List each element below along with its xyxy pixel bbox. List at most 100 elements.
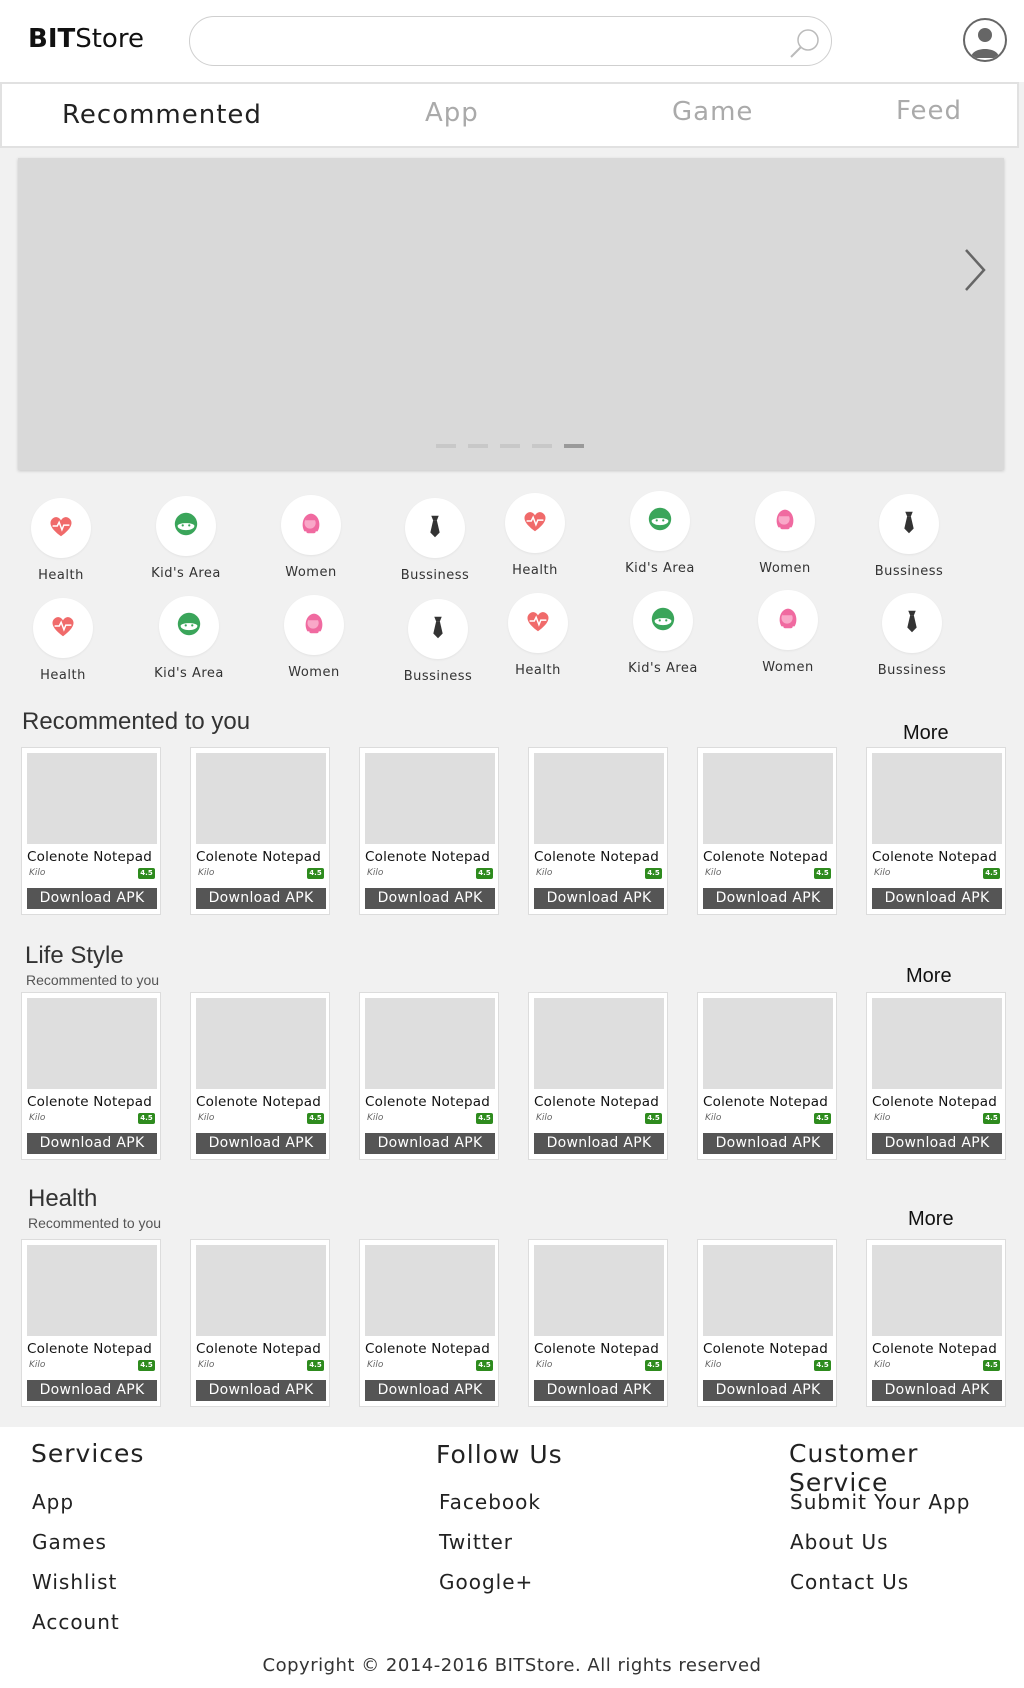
app-card[interactable]: Colenote Notepad Kilo 4.5 Download APK [190, 992, 330, 1160]
footer-link-facebook[interactable]: Facebook [439, 1490, 541, 1514]
app-name[interactable]: Colenote Notepad [365, 1094, 490, 1110]
tab-feed[interactable]: Feed [896, 96, 962, 126]
category-kid-s-area[interactable]: Kid's Area [605, 491, 715, 576]
app-thumbnail[interactable] [196, 1245, 326, 1336]
footer-link-contact-us[interactable]: Contact Us [790, 1570, 909, 1594]
category-kid-s-area[interactable]: Kid's Area [134, 596, 244, 681]
category-icon-circle[interactable] [879, 494, 939, 554]
category-health[interactable]: Health [480, 493, 590, 578]
category-icon-circle[interactable] [156, 496, 216, 556]
app-card[interactable]: Colenote Notepad Kilo 4.5 Download APK [697, 992, 837, 1160]
footer-link-twitter[interactable]: Twitter [439, 1530, 513, 1554]
category-bussiness[interactable]: Bussiness [854, 494, 964, 579]
download-apk-button[interactable]: Download APK [872, 888, 1002, 909]
app-name[interactable]: Colenote Notepad [27, 849, 152, 865]
app-card[interactable]: Colenote Notepad Kilo 4.5 Download APK [21, 1239, 161, 1407]
app-name[interactable]: Colenote Notepad [196, 1094, 321, 1110]
download-apk-button[interactable]: Download APK [27, 888, 157, 909]
app-thumbnail[interactable] [872, 1245, 1002, 1336]
app-card[interactable]: Colenote Notepad Kilo 4.5 Download APK [697, 1239, 837, 1407]
carousel-dot[interactable] [436, 444, 456, 448]
app-name[interactable]: Colenote Notepad [196, 849, 321, 865]
app-card[interactable]: Colenote Notepad Kilo 4.5 Download APK [190, 747, 330, 915]
app-name[interactable]: Colenote Notepad [27, 1094, 152, 1110]
category-icon-circle[interactable] [633, 591, 693, 651]
footer-link-wishlist[interactable]: Wishlist [32, 1570, 117, 1594]
app-card[interactable]: Colenote Notepad Kilo 4.5 Download APK [21, 747, 161, 915]
banner-carousel[interactable] [18, 158, 1004, 470]
category-bussiness[interactable]: Bussiness [383, 599, 493, 684]
download-apk-button[interactable]: Download APK [534, 888, 664, 909]
app-card[interactable]: Colenote Notepad Kilo 4.5 Download APK [528, 1239, 668, 1407]
app-thumbnail[interactable] [196, 998, 326, 1089]
category-health[interactable]: Health [8, 598, 118, 683]
category-icon-circle[interactable] [31, 498, 91, 558]
app-card[interactable]: Colenote Notepad Kilo 4.5 Download APK [359, 992, 499, 1160]
carousel-dot[interactable] [532, 444, 552, 448]
app-name[interactable]: Colenote Notepad [872, 849, 997, 865]
download-apk-button[interactable]: Download APK [365, 888, 495, 909]
app-card[interactable]: Colenote Notepad Kilo 4.5 Download APK [866, 992, 1006, 1160]
category-health[interactable]: Health [6, 498, 116, 583]
tab-game[interactable]: Game [672, 97, 753, 127]
app-name[interactable]: Colenote Notepad [703, 849, 828, 865]
app-thumbnail[interactable] [27, 753, 157, 844]
app-thumbnail[interactable] [534, 998, 664, 1089]
download-apk-button[interactable]: Download APK [365, 1133, 495, 1154]
download-apk-button[interactable]: Download APK [872, 1133, 1002, 1154]
app-thumbnail[interactable] [703, 1245, 833, 1336]
download-apk-button[interactable]: Download APK [703, 1133, 833, 1154]
download-apk-button[interactable]: Download APK [196, 1380, 326, 1401]
app-name[interactable]: Colenote Notepad [365, 849, 490, 865]
carousel-dot[interactable] [500, 444, 520, 448]
app-thumbnail[interactable] [703, 753, 833, 844]
category-bussiness[interactable]: Bussiness [857, 593, 967, 678]
app-thumbnail[interactable] [365, 998, 495, 1089]
tab-recommented[interactable]: Recommented [62, 100, 262, 130]
carousel-dot-active[interactable] [564, 444, 584, 448]
category-icon-circle[interactable] [159, 596, 219, 656]
category-icon-circle[interactable] [33, 598, 93, 658]
category-women[interactable]: Women [259, 595, 369, 680]
category-bussiness[interactable]: Bussiness [380, 498, 490, 583]
app-card[interactable]: Colenote Notepad Kilo 4.5 Download APK [190, 1239, 330, 1407]
app-card[interactable]: Colenote Notepad Kilo 4.5 Download APK [528, 992, 668, 1160]
download-apk-button[interactable]: Download APK [534, 1380, 664, 1401]
app-thumbnail[interactable] [534, 1245, 664, 1336]
category-health[interactable]: Health [483, 593, 593, 678]
app-thumbnail[interactable] [872, 998, 1002, 1089]
download-apk-button[interactable]: Download APK [27, 1133, 157, 1154]
app-name[interactable]: Colenote Notepad [534, 849, 659, 865]
app-name[interactable]: Colenote Notepad [365, 1341, 490, 1357]
category-icon-circle[interactable] [630, 491, 690, 551]
more-link[interactable]: More [903, 722, 949, 745]
app-card[interactable]: Colenote Notepad Kilo 4.5 Download APK [528, 747, 668, 915]
download-apk-button[interactable]: Download APK [872, 1380, 1002, 1401]
app-thumbnail[interactable] [196, 753, 326, 844]
chevron-right-icon[interactable] [960, 242, 990, 298]
footer-link-submit-app[interactable]: Submit Your App [790, 1490, 970, 1514]
logo[interactable]: BITStore [28, 24, 144, 54]
app-card[interactable]: Colenote Notepad Kilo 4.5 Download APK [866, 747, 1006, 915]
category-kid-s-area[interactable]: Kid's Area [131, 496, 241, 581]
more-link[interactable]: More [906, 965, 952, 988]
category-icon-circle[interactable] [505, 493, 565, 553]
app-card[interactable]: Colenote Notepad Kilo 4.5 Download APK [697, 747, 837, 915]
download-apk-button[interactable]: Download APK [196, 888, 326, 909]
download-apk-button[interactable]: Download APK [365, 1380, 495, 1401]
app-name[interactable]: Colenote Notepad [27, 1341, 152, 1357]
footer-link-about-us[interactable]: About Us [790, 1530, 889, 1554]
app-name[interactable]: Colenote Notepad [703, 1341, 828, 1357]
tab-app[interactable]: App [425, 98, 479, 128]
app-thumbnail[interactable] [534, 753, 664, 844]
app-name[interactable]: Colenote Notepad [872, 1094, 997, 1110]
app-thumbnail[interactable] [703, 998, 833, 1089]
app-name[interactable]: Colenote Notepad [534, 1341, 659, 1357]
app-name[interactable]: Colenote Notepad [534, 1094, 659, 1110]
category-icon-circle[interactable] [508, 593, 568, 653]
app-thumbnail[interactable] [365, 1245, 495, 1336]
footer-link-account[interactable]: Account [32, 1610, 120, 1634]
app-card[interactable]: Colenote Notepad Kilo 4.5 Download APK [866, 1239, 1006, 1407]
footer-link-google-plus[interactable]: Google+ [439, 1570, 533, 1594]
category-icon-circle[interactable] [882, 593, 942, 653]
